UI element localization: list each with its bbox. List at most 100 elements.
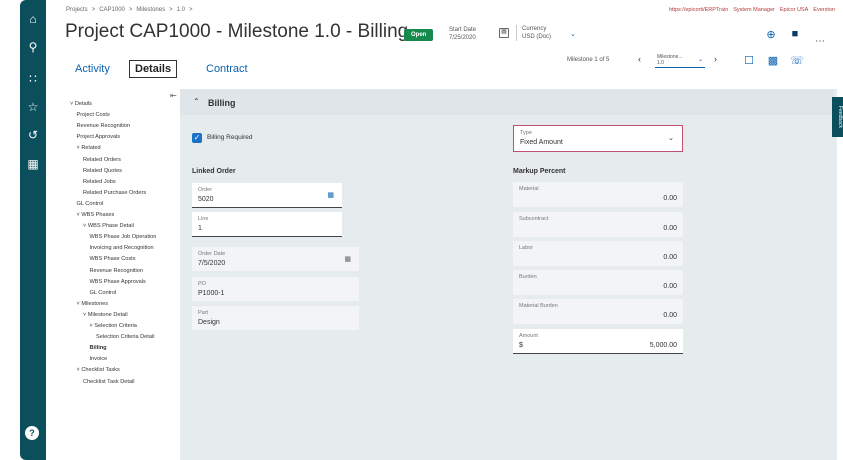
page-title: Project CAP1000 - Milestone 1.0 - Billin… [65,21,409,42]
phone-icon[interactable]: ☏ [790,53,804,67]
billing-panel [180,89,837,460]
tree-item[interactable]: ˅ Related [77,145,101,151]
breadcrumb-milestones[interactable]: Milestones [136,7,165,13]
start-date: Start Date 7/25/2020 [449,26,476,42]
labor-field: Labor 0.00 [513,241,683,266]
history-icon[interactable]: ↺ [20,126,46,144]
currency-label: Currency [522,26,547,32]
chevron-down-icon: ⌄ [668,135,674,142]
order-lookup-icon[interactable]: ▦ [327,191,334,199]
type-value: Fixed Amount [520,139,563,146]
breadcrumb-separator: > [91,7,96,13]
calendar-icon[interactable]: ▦ [499,28,509,38]
line-value: 1 [198,225,202,232]
tree-item[interactable]: ˅ WBS Phases [77,212,115,218]
tree-item[interactable]: Related Quotes [83,168,122,174]
subcontract-label: Subcontract [519,216,549,222]
line-label: Line [198,216,209,222]
server-link[interactable]: https://epicorti/ERPTrain [669,7,728,13]
currency[interactable]: Currency USD (Doc) [516,25,551,41]
tree-item[interactable]: Billing [90,345,107,351]
tab-activity[interactable]: Activity [75,63,110,75]
order-field[interactable]: Order 5020 ▦ [192,183,342,208]
tree-item[interactable]: GL Control [77,201,104,207]
section-header[interactable] [180,89,833,115]
linked-order-title: Linked Order [192,168,236,175]
breadcrumb-separator: > [128,7,133,13]
milestone-counter: Milestone 1 of 5 [567,57,610,63]
tree-item[interactable]: GL Control [90,290,117,296]
tree-item[interactable]: ˅ WBS Phase Detail [83,223,134,229]
tree-item[interactable]: Invoice [90,356,108,362]
chevron-down-icon: ⌄ [697,57,703,63]
part-field: Part Design [192,306,359,330]
tree-item[interactable]: Selection Criteria Detail [96,334,154,340]
home-icon[interactable]: ⌂ [20,10,46,28]
tree-item[interactable]: ˅ Checklist Tasks [77,367,120,373]
help-icon[interactable]: ? [25,426,39,440]
currency-value: USD (Doc) [522,34,552,40]
tree-item[interactable]: WBS Phase Job Operation [90,234,157,240]
panel-toggle-icon[interactable]: ▩ [766,53,780,67]
more-options-icon[interactable]: ⋯ [815,36,826,47]
tree-item[interactable]: WBS Phase Costs [90,256,136,262]
material-field: Material 0.00 [513,182,683,207]
dashboard-icon[interactable]: ▦ [20,155,46,173]
tree-item[interactable]: Revenue Recognition [77,123,131,129]
feedback-tab[interactable]: Feedback [832,97,843,137]
chevron-up-icon[interactable]: ⌃ [193,97,200,106]
order-value: 5020 [198,196,214,203]
line-field[interactable]: Line 1 [192,212,342,237]
favorites-icon[interactable]: ☆ [20,98,46,116]
tree-item[interactable]: Revenue Recognition [90,268,144,274]
tree-item[interactable]: Related Orders [83,157,121,163]
amount-label: Amount [519,333,538,339]
site-link[interactable]: Everston [813,7,835,13]
order-label: Order [198,187,213,193]
company-link[interactable]: Epicor USA [780,7,808,13]
amount-field[interactable]: Amount $ 5,000.00 [513,329,683,354]
new-document-icon[interactable]: ☐ [742,53,756,67]
apps-grid-icon[interactable]: ∷ [20,70,46,88]
burden-field: Burden 0.00 [513,270,683,295]
breadcrumb-project[interactable]: CAP1000 [99,7,125,13]
tree-item[interactable]: Related Purchase Orders [83,190,146,196]
material-value: 0.00 [663,195,677,202]
tab-details[interactable]: Details [129,60,178,78]
burden-value: 0.00 [663,283,677,290]
po-label: PO [198,281,206,287]
milestone-select[interactable]: Milestone... 1.0 ⌄ [655,53,705,68]
next-record-icon[interactable]: › [714,54,717,64]
tree-item[interactable]: Project Costs [77,112,110,118]
breadcrumb-milestone[interactable]: 1.0 [177,7,185,13]
navigation-tree: ˅ Details Project Costs Revenue Recognitio… [66,85,180,460]
search-icon[interactable]: ⚲ [20,38,46,56]
chevron-down-icon[interactable]: ⌄ [570,30,576,38]
po-value: P1000-1 [198,290,225,297]
tab-contract[interactable]: Contract [206,63,248,75]
type-dropdown[interactable]: Type Fixed Amount ⌄ [513,125,683,152]
breadcrumb-projects[interactable]: Projects [66,7,88,13]
subcontract-field: Subcontract 0.00 [513,212,683,237]
tree-item[interactable]: Invoicing and Recognition [90,245,154,251]
part-label: Part [198,310,209,316]
billing-required-checkbox[interactable]: ✓ [192,133,202,143]
subcontract-value: 0.00 [663,225,677,232]
top-links: https://epicorti/ERPTrain System Manager… [669,7,835,13]
user-link[interactable]: System Manager [733,7,775,13]
tree-item[interactable]: Checklist Task Detail [83,379,135,385]
start-date-value: 7/25/2020 [449,35,476,41]
tree-item[interactable]: ˅ Selection Criteria [90,323,137,329]
tree-item[interactable]: Project Approvals [77,134,121,140]
save-icon[interactable]: ■ [788,27,802,41]
tree-item[interactable]: Related Jobs [83,179,116,185]
previous-record-icon[interactable]: ‹ [638,54,641,64]
tree-item[interactable]: WBS Phase Approvals [90,279,146,285]
tree-item[interactable]: ˅ Details [70,101,92,107]
labor-label: Labor [519,245,534,251]
collapse-panel-icon[interactable]: ⇤ [170,91,177,100]
tree-item[interactable]: ˅ Milestone Detail [83,312,128,318]
status-badge: Open [404,29,434,41]
tree-item[interactable]: ˅ Milestones [77,301,109,307]
add-new-icon[interactable]: ⊕ [764,27,778,41]
